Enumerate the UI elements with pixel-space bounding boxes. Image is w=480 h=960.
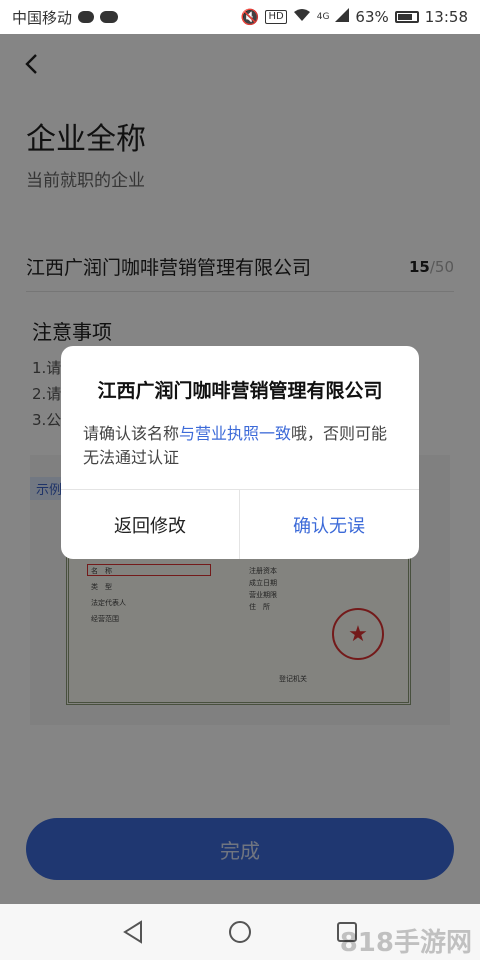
nav-back-button[interactable] (118, 917, 148, 947)
signal-icon (335, 8, 350, 26)
network-type: 4G (316, 12, 330, 22)
dialog-title: 江西广润门咖啡营销管理有限公司 (97, 380, 383, 402)
wechat-icon (100, 11, 119, 23)
nav-home-button[interactable] (225, 917, 255, 947)
circle-home-icon (228, 921, 251, 943)
status-left: 中国移动 (12, 7, 119, 28)
wifi-icon (293, 8, 311, 26)
dialog-message: 请确认该名称与营业执照一致哦，否则可能无法通过认证 (83, 422, 403, 470)
status-right: 🔇 HD 4G 63% 13:58 (241, 8, 468, 26)
carrier-label: 中国移动 (12, 8, 73, 27)
dialog-message-prefix: 请确认该名称 (83, 424, 180, 443)
battery-percent: 63% (355, 8, 389, 26)
status-bar: 中国移动 🔇 HD 4G 63% 13:58 (0, 0, 480, 34)
dialog-message-highlight: 与营业执照一致 (179, 424, 292, 443)
confirm-button[interactable]: 确认无误 (240, 490, 418, 559)
back-to-edit-button[interactable]: 返回修改 (61, 490, 239, 559)
battery-icon (394, 11, 419, 23)
message-icon (78, 11, 95, 23)
watermark: 818手游网 (339, 928, 472, 958)
clock: 13:58 (424, 8, 468, 26)
mute-icon: 🔇 (240, 8, 260, 26)
triangle-back-icon (123, 920, 143, 944)
confirm-dialog: 江西广润门咖啡营销管理有限公司 请确认该名称与营业执照一致哦，否则可能无法通过认… (61, 346, 419, 559)
hd-badge: HD (265, 10, 287, 24)
